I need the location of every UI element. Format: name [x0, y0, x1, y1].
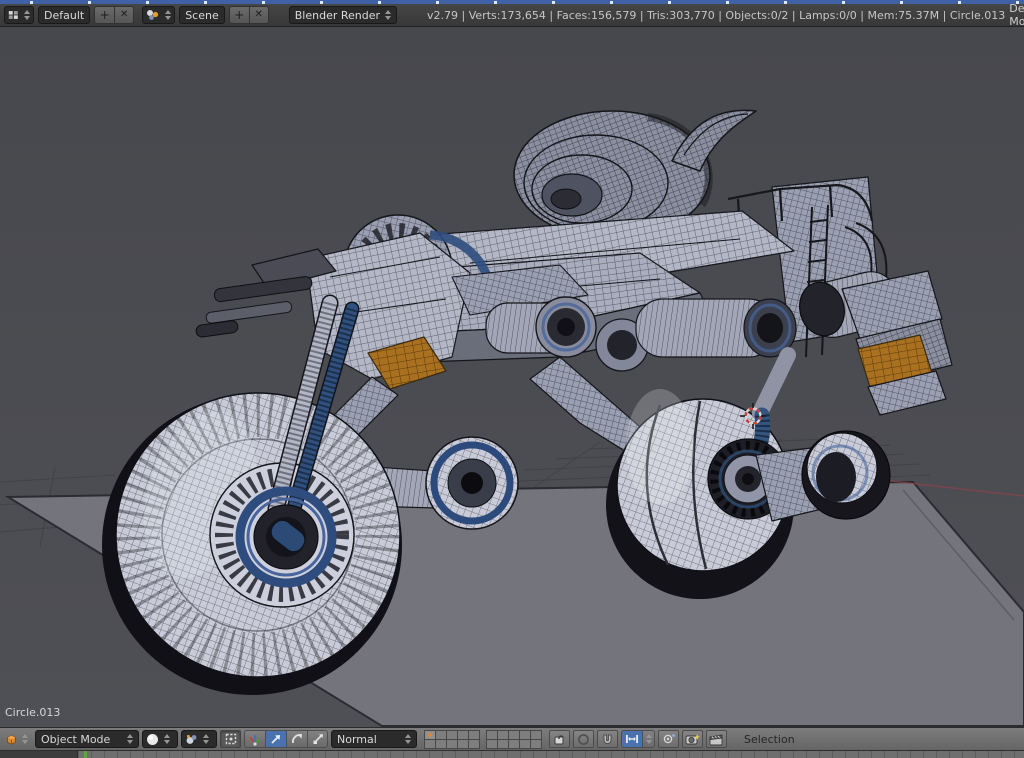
editor-type-dropdown-3d[interactable]	[2, 730, 32, 748]
snap-element-group	[621, 730, 655, 748]
translate-manipulator-button[interactable]	[265, 730, 286, 748]
chevron-updown-icon	[405, 734, 411, 744]
snap-target-button[interactable]	[658, 730, 679, 748]
snap-target-icon	[662, 732, 676, 746]
manipulator-axes-icon	[248, 732, 262, 746]
shading-sphere-icon	[146, 733, 159, 746]
camera-render-icon	[685, 733, 700, 746]
layer-grid-right[interactable]	[486, 730, 542, 749]
screen-layout-actions: + ✕	[94, 6, 134, 24]
manipulator-toggle[interactable]	[244, 730, 265, 748]
info-header: Default + ✕ Scene + ✕ Blender Render	[0, 4, 1024, 27]
mode-label: Object Mode	[41, 733, 122, 746]
pivot-point-dropdown[interactable]	[181, 730, 217, 748]
layers-widget[interactable]	[424, 730, 542, 749]
timeline-frame-ticks	[78, 751, 1024, 758]
chevron-updown-icon	[127, 734, 133, 744]
scene-browse-dropdown[interactable]	[142, 6, 175, 24]
demo-mode-label: Demo Mode:	[1009, 2, 1024, 28]
pivot-point-icon	[185, 733, 198, 746]
add-scene-button[interactable]: +	[229, 6, 249, 24]
translate-arrow-icon	[269, 732, 283, 746]
close-scene-button[interactable]: ✕	[249, 6, 269, 24]
manipulate-center-points-toggle[interactable]	[220, 730, 241, 748]
screen-layout-field[interactable]: Default	[38, 6, 90, 24]
editor-type-dropdown[interactable]	[4, 6, 34, 24]
timeline-strip[interactable]	[0, 750, 1024, 758]
transform-manipulator-group	[244, 730, 328, 748]
lock-to-scene-button[interactable]	[549, 730, 570, 748]
chevron-updown-icon	[22, 734, 28, 744]
screen-layout-name: Default	[44, 9, 84, 22]
lock-icon	[553, 732, 567, 746]
orientation-dropdown[interactable]: Normal	[331, 730, 417, 748]
layer-grid-left[interactable]	[424, 730, 480, 749]
scene-icon	[146, 9, 160, 21]
scene-name: Scene	[185, 9, 219, 22]
viewport-header-toolbar: Object Mode	[0, 727, 1024, 750]
close-screen-button[interactable]: ✕	[114, 6, 134, 24]
timeline-header-fragment	[0, 751, 78, 758]
chevron-updown-icon	[646, 734, 652, 744]
scene-name-field[interactable]: Scene	[179, 6, 225, 24]
opengl-render-anim-button[interactable]	[706, 730, 727, 748]
scale-manipulator-button[interactable]	[307, 730, 328, 748]
rotate-manipulator-button[interactable]	[286, 730, 307, 748]
magnet-icon	[601, 733, 614, 746]
snap-increment-icon	[625, 733, 639, 745]
proportional-circle-icon	[577, 733, 590, 746]
mode-dropdown[interactable]: Object Mode	[35, 730, 139, 748]
blender-window: Default + ✕ Scene + ✕ Blender Render	[0, 0, 1024, 758]
orientation-label: Normal	[337, 733, 400, 746]
status-label: Selection	[744, 733, 795, 746]
chevron-updown-icon	[24, 10, 30, 20]
clapperboard-icon	[709, 733, 724, 746]
rotate-arc-icon	[290, 732, 304, 746]
scene-statistics: v2.79 | Verts:173,654 | Faces:156,579 | …	[427, 9, 1005, 22]
chevron-updown-icon	[203, 734, 209, 744]
proportional-edit-dropdown[interactable]	[573, 730, 594, 748]
center-points-icon	[224, 732, 238, 746]
snap-magnet-toggle[interactable]	[597, 730, 618, 748]
chevron-updown-icon	[385, 10, 391, 20]
demo-mode-area: Demo Mode:	[1009, 2, 1024, 28]
chevron-updown-icon	[164, 734, 170, 744]
editor-layout-icon	[8, 9, 19, 21]
scene-actions: + ✕	[229, 6, 269, 24]
viewport-3d[interactable]: Circle.013	[0, 27, 1024, 727]
snap-element-button[interactable]	[621, 730, 642, 748]
current-frame-marker[interactable]	[84, 751, 87, 758]
snap-element-expander[interactable]	[642, 730, 655, 748]
3d-viewport-icon	[6, 733, 17, 746]
render-engine-name: Blender Render	[295, 9, 380, 22]
add-screen-button[interactable]: +	[94, 6, 114, 24]
chevron-updown-icon	[165, 10, 171, 20]
viewport-shading-dropdown[interactable]	[142, 730, 178, 748]
opengl-render-button[interactable]	[682, 730, 703, 748]
active-object-name: Circle.013	[5, 706, 60, 719]
render-engine-dropdown[interactable]: Blender Render	[289, 6, 397, 24]
viewport-canvas: Circle.013	[0, 27, 1024, 727]
scale-arrow-icon	[311, 732, 325, 746]
